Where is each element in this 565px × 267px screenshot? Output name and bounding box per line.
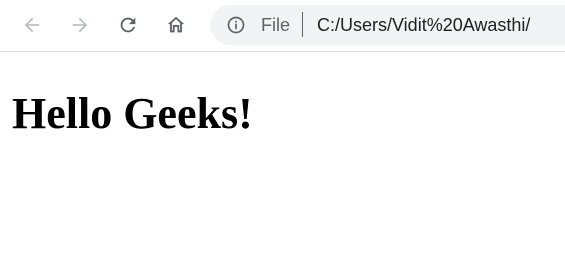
reload-button[interactable] [112, 9, 144, 41]
info-icon[interactable] [226, 15, 246, 35]
page-heading: Hello Geeks! [12, 89, 253, 138]
home-icon [167, 16, 185, 33]
url-text[interactable]: C:/Users/Vidit%20Awasthi/ [317, 14, 530, 36]
address-bar[interactable]: File C:/Users/Vidit%20Awasthi/ [210, 5, 565, 45]
arrow-right-icon [72, 17, 88, 33]
back-button[interactable] [16, 9, 48, 41]
arrow-left-icon [24, 17, 40, 33]
scheme-label: File [261, 15, 291, 35]
home-button[interactable] [160, 9, 192, 41]
browser-toolbar: File C:/Users/Vidit%20Awasthi/ [0, 0, 565, 52]
forward-button[interactable] [64, 9, 96, 41]
address-divider [302, 12, 303, 37]
reload-icon [120, 17, 136, 33]
